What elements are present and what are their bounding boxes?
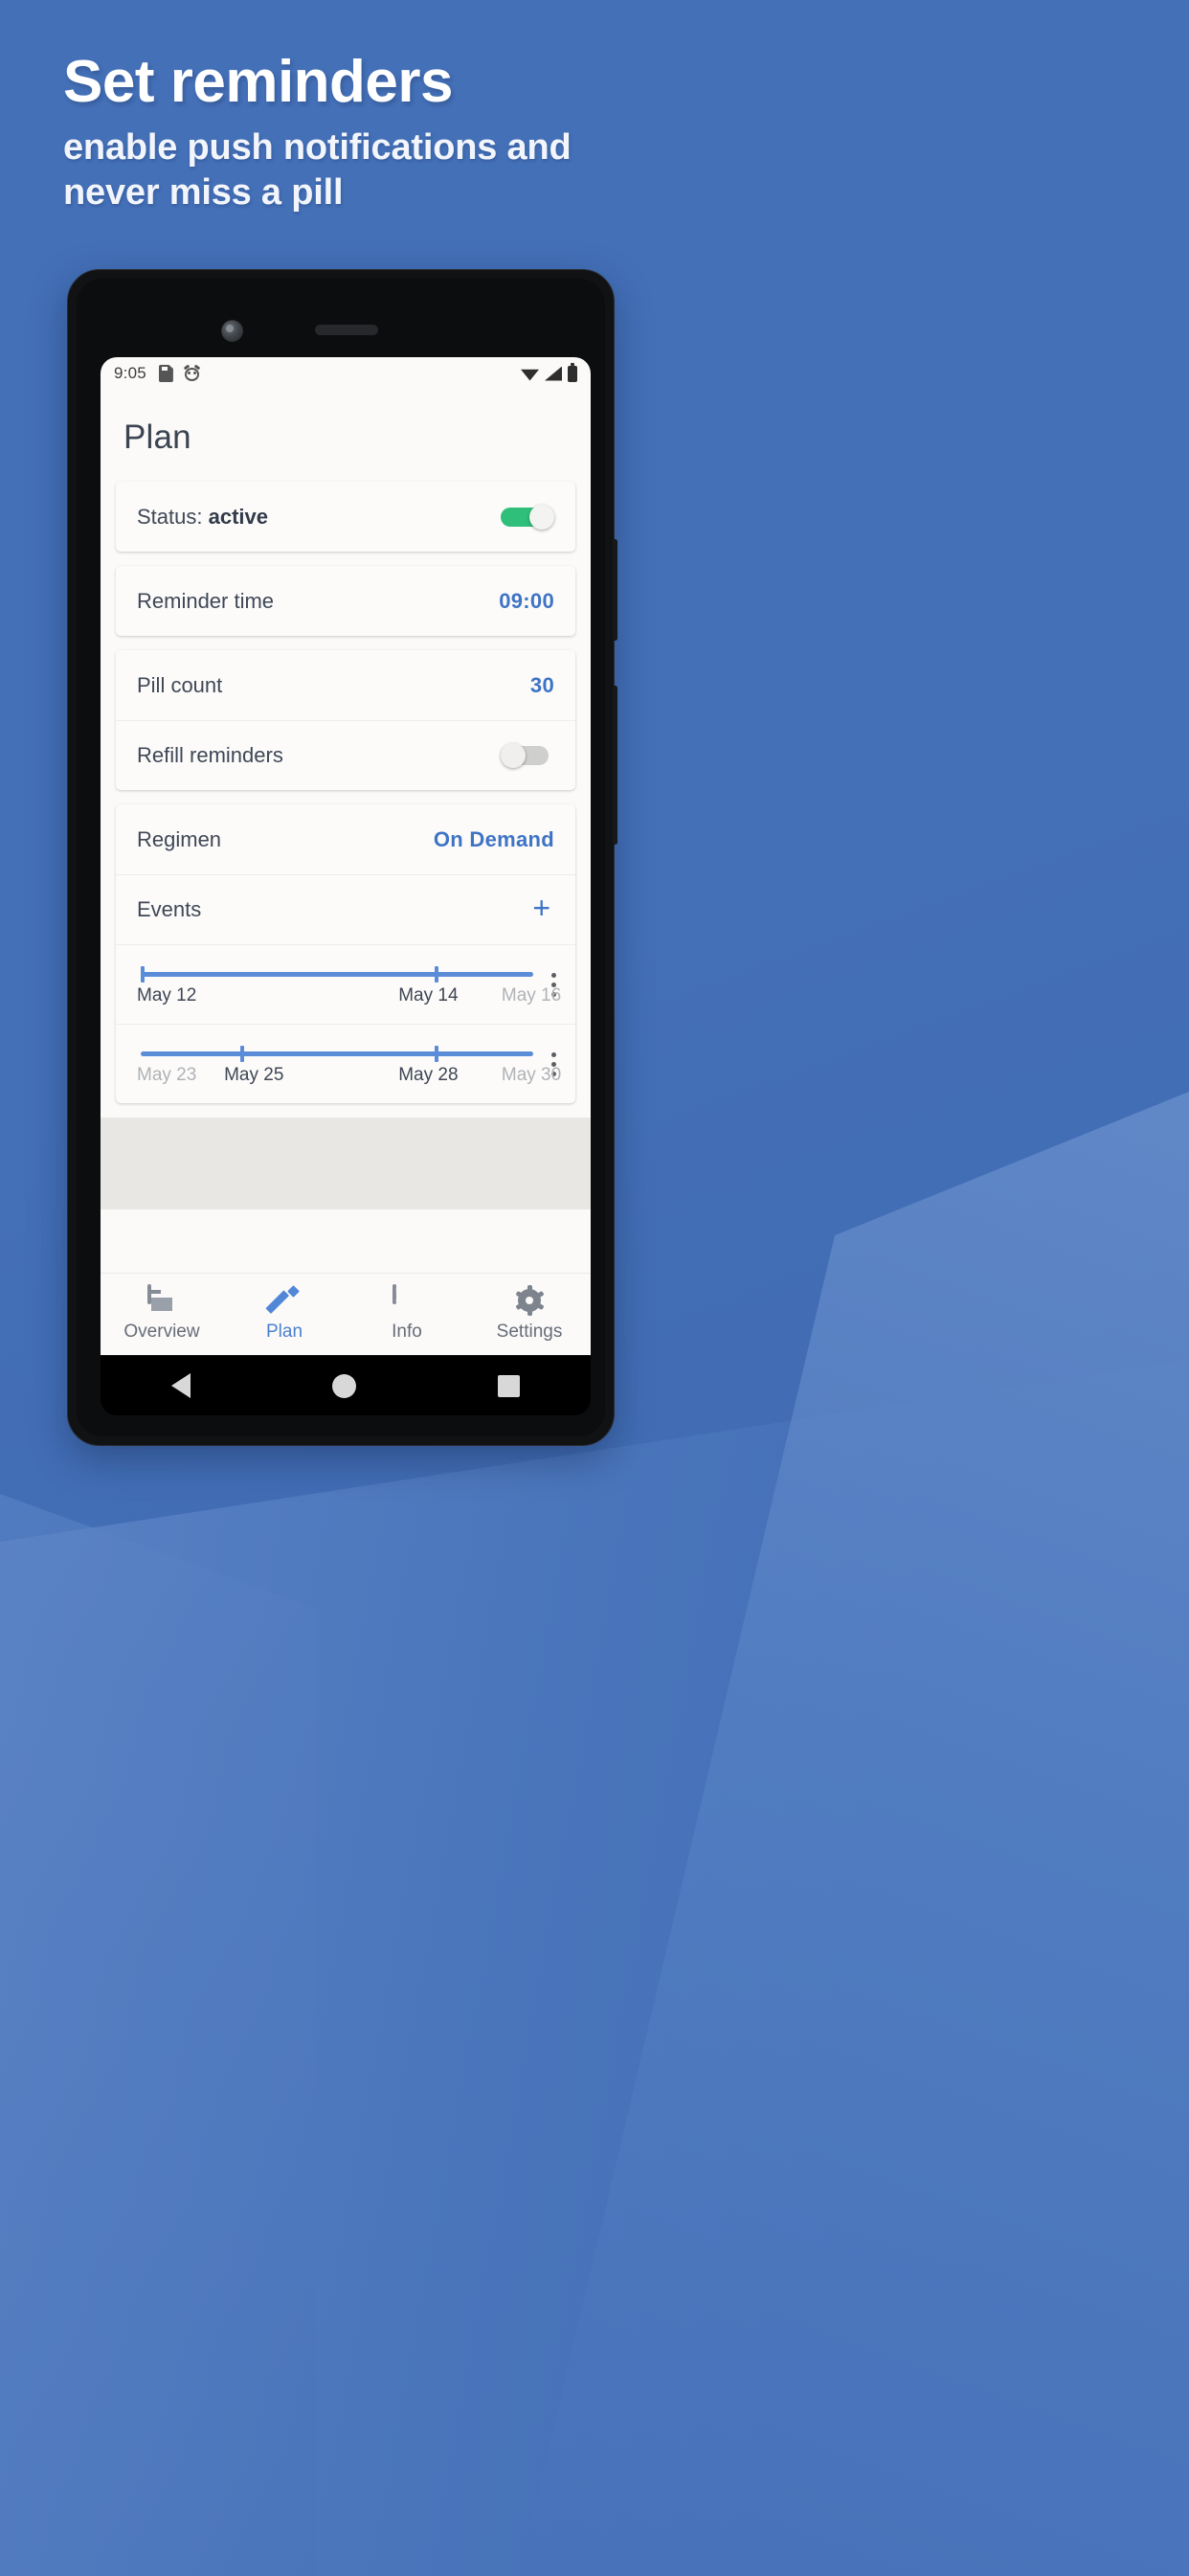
nav-label-overview: Overview — [123, 1322, 200, 1342]
status-toggle[interactable] — [501, 504, 554, 530]
refill-reminders-toggle[interactable] — [501, 743, 554, 768]
home-circle-icon[interactable] — [332, 1373, 356, 1398]
timeline-label: May 25 — [224, 1065, 284, 1085]
announcement-icon — [393, 1284, 421, 1315]
phone-mockup: 9:05 Plan Status: active Reminder time 0… — [67, 269, 617, 1446]
article-icon — [147, 1284, 176, 1315]
back-triangle-icon[interactable] — [171, 1373, 191, 1398]
pill-count-card: Pill count 30 Refill reminders — [116, 650, 575, 790]
add-event-button[interactable]: + — [528, 893, 554, 927]
event-timeline-1: May 12 May 14 May 16 — [137, 959, 561, 1010]
nav-item-settings[interactable]: Settings — [468, 1285, 591, 1343]
phone-screen: 9:05 Plan Status: active Reminder time 0… — [101, 357, 591, 1355]
timeline-labels-2: May 23 May 25 May 28 May 30 — [137, 1065, 561, 1090]
row-regimen[interactable]: Regimen On Demand — [116, 804, 575, 874]
row-events[interactable]: Events + — [116, 874, 575, 944]
event-timeline-2: May 23 May 25 May 28 May 30 — [137, 1038, 561, 1090]
nav-item-info[interactable]: Info — [346, 1284, 468, 1343]
row-reminder-time-value[interactable]: 09:00 — [499, 589, 554, 614]
alarm-icon — [183, 364, 201, 382]
event-row[interactable]: May 12 May 14 May 16 — [116, 944, 575, 1024]
event-row[interactable]: May 23 May 25 May 28 May 30 — [116, 1024, 575, 1103]
timeline-label: May 30 — [501, 1065, 562, 1085]
row-status-label-prefix: Status: — [137, 504, 209, 529]
row-reminder-time-label: Reminder time — [137, 588, 275, 613]
row-status-label-value: active — [208, 504, 268, 529]
row-pill-count[interactable]: Pill count 30 — [116, 650, 575, 720]
front-camera-icon — [221, 320, 243, 342]
row-pill-count-label: Pill count — [137, 672, 223, 697]
status-bar-right-icons — [521, 362, 577, 382]
nav-label-info: Info — [392, 1322, 422, 1342]
earpiece-speaker — [315, 325, 378, 335]
timeline-label: May 28 — [398, 1065, 459, 1085]
page-title: Plan — [123, 418, 191, 456]
row-regimen-label: Regimen — [137, 826, 222, 851]
background-facet-c — [0, 1494, 316, 2576]
phone-side-button-lower — [613, 686, 617, 845]
timeline-label: May 14 — [398, 985, 459, 1006]
status-card: Status: active — [116, 482, 575, 552]
nav-item-plan[interactable]: Plan — [223, 1285, 346, 1343]
sd-card-icon — [159, 365, 173, 382]
pencil-icon — [265, 1285, 300, 1315]
promo-headline: Set reminders — [63, 49, 454, 115]
content-spacer — [101, 1118, 591, 1209]
bottom-navigation: Overview Plan Info Settings — [101, 1273, 591, 1355]
row-refill-reminders-label: Refill reminders — [137, 743, 283, 767]
settings-card-list: Status: active Reminder time 09:00 Pill … — [101, 482, 591, 1103]
phone-side-button-upper — [613, 539, 617, 641]
phone-bezel: 9:05 Plan Status: active Reminder time 0… — [77, 279, 605, 1436]
regimen-card: Regimen On Demand Events + May 12 May 14… — [116, 804, 575, 1103]
timeline-track-2 — [137, 1046, 533, 1062]
row-reminder-time[interactable]: Reminder time 09:00 — [116, 566, 575, 636]
timeline-label: May 16 — [501, 985, 562, 1006]
row-regimen-value[interactable]: On Demand — [434, 827, 554, 852]
gear-icon — [515, 1285, 545, 1316]
status-bar: 9:05 — [101, 357, 591, 390]
row-status[interactable]: Status: active — [116, 482, 575, 552]
nav-label-plan: Plan — [265, 1322, 303, 1342]
nav-item-overview[interactable]: Overview — [101, 1284, 223, 1343]
android-system-nav — [101, 1356, 591, 1415]
signal-icon — [545, 366, 562, 381]
recents-square-icon[interactable] — [498, 1374, 520, 1397]
promo-subhead: enable push notifications and never miss… — [63, 127, 572, 214]
row-refill-reminders[interactable]: Refill reminders — [116, 720, 575, 790]
nav-label-settings: Settings — [496, 1322, 563, 1342]
reminder-time-card: Reminder time 09:00 — [116, 566, 575, 636]
battery-icon — [568, 362, 577, 382]
row-pill-count-value[interactable]: 30 — [530, 673, 554, 698]
timeline-labels-1: May 12 May 14 May 16 — [137, 985, 561, 1010]
row-status-label: Status: active — [137, 505, 268, 530]
timeline-label: May 23 — [137, 1065, 197, 1085]
status-bar-left-icons — [159, 364, 201, 382]
wifi-icon — [521, 369, 539, 381]
timeline-label: May 12 — [137, 985, 197, 1006]
timeline-track-1 — [137, 966, 533, 983]
row-events-label: Events — [137, 897, 202, 921]
status-bar-time: 9:05 — [114, 364, 146, 382]
